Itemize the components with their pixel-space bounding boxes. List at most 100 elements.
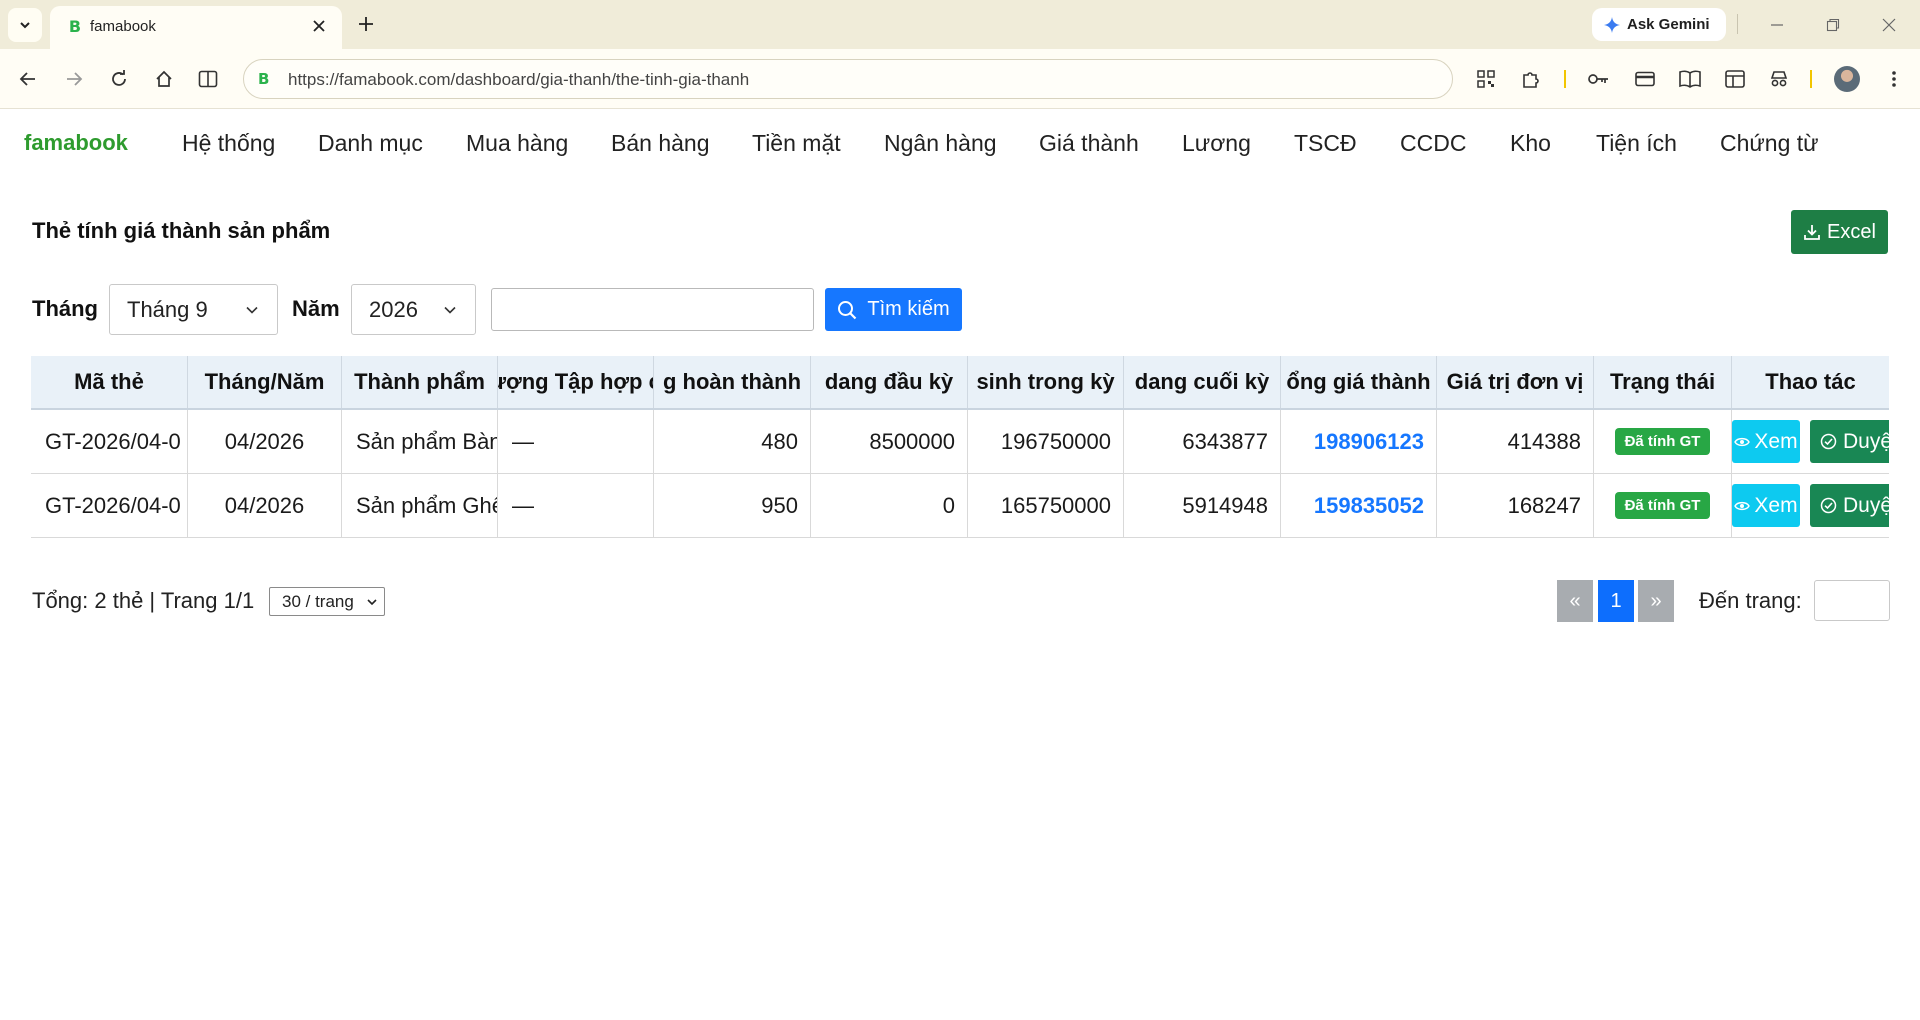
menu-item-ban-hang[interactable]: Bán hàng (611, 130, 709, 157)
cell-sl-hoan-thanh: 480 (654, 410, 811, 473)
new-tab-plus-icon[interactable] (352, 10, 380, 38)
cell-trang-thai: Đã tính GT (1594, 410, 1732, 473)
download-icon (1804, 225, 1820, 240)
cell-trang-thai: Đã tính GT (1594, 474, 1732, 537)
forward-arrow-icon[interactable] (58, 63, 90, 95)
tong-gia-thanh-link[interactable]: 159835052 (1314, 493, 1424, 519)
browser-tab-active[interactable]: B famabook (50, 6, 342, 49)
col-header-thanh-pham: Thành phẩm (342, 356, 498, 408)
chevron-down-icon (367, 599, 377, 606)
menu-item-he-thong[interactable]: Hệ thống (182, 130, 275, 157)
cell-thao-tac: Xem Duyệt (1732, 410, 1889, 473)
col-header-thao-tac: Thao tác (1765, 369, 1856, 394)
table-row[interactable]: GT-2026/04-0 04/2026 Sản phẩm Bàn — 480 … (31, 410, 1889, 474)
qr-code-icon[interactable] (1470, 63, 1502, 95)
brand-logo[interactable]: famabook (24, 130, 128, 156)
table-summary: Tổng: 2 thẻ | Trang 1/1 (32, 588, 255, 613)
cell-thanh-pham: Sản phẩm Bàn (342, 410, 498, 473)
page-title: Thẻ tính giá thành sản phẩm (32, 218, 331, 243)
password-key-icon[interactable] (1583, 63, 1615, 95)
eye-icon (1734, 437, 1751, 446)
col-header-thang-nam: Tháng/Năm (188, 356, 342, 408)
site-favicon-icon: B (258, 70, 270, 88)
ask-gemini-button[interactable]: Ask Gemini (1592, 8, 1726, 41)
window-controls-divider (1737, 14, 1738, 34)
page-size-value: 30 / trang (282, 592, 354, 611)
chevron-down-icon (246, 306, 258, 314)
browser-tabstrip: B famabook Ask Gemini (0, 0, 1920, 49)
check-circle-icon (1820, 433, 1837, 450)
menu-item-danh-muc[interactable]: Danh mục (318, 130, 423, 157)
cell-doi-tuong: — (498, 410, 654, 473)
cell-thao-tac: Xem Duyệt (1732, 474, 1889, 537)
search-input[interactable] (491, 288, 814, 331)
reading-mode-icon[interactable] (1674, 63, 1706, 95)
cell-ps-trong-ky: 165750000 (968, 474, 1124, 537)
extensions-puzzle-icon[interactable] (1515, 63, 1547, 95)
table-row[interactable]: GT-2026/04-0 04/2026 Sản phẩm Ghế — 950 … (31, 474, 1889, 538)
col-header-ma-the: Mã thẻ (31, 356, 188, 408)
menu-item-ccdc[interactable]: CCDC (1400, 130, 1466, 157)
back-arrow-icon[interactable] (12, 63, 44, 95)
cell-dd-dau-ky: 8500000 (811, 410, 968, 473)
cell-gia-tri-don-vi: 168247 (1437, 474, 1594, 537)
incognito-icon[interactable] (1763, 63, 1795, 95)
restore-icon[interactable] (1818, 10, 1848, 40)
view-button[interactable]: Xem (1732, 484, 1800, 527)
month-select-value: Tháng 9 (127, 297, 208, 322)
reload-icon[interactable] (103, 63, 135, 95)
payment-card-icon[interactable] (1629, 63, 1661, 95)
cell-gia-tri-don-vi: 414388 (1437, 410, 1594, 473)
cell-thanh-pham: Sản phẩm Ghế (342, 474, 498, 537)
app-navbar: famabook Hệ thống Danh mục Mua hàng Bán … (0, 110, 1920, 176)
profile-avatar[interactable] (1834, 66, 1860, 92)
month-select[interactable]: Tháng 9 (109, 284, 278, 335)
cell-tong-gia-thanh: 198906123 (1281, 410, 1437, 473)
col-header-ps-trong-ky: sinh trong kỳ (968, 356, 1124, 408)
minimize-icon[interactable] (1762, 10, 1792, 40)
home-icon[interactable] (148, 63, 180, 95)
split-view-icon[interactable] (192, 63, 224, 95)
month-filter-label: Tháng (32, 296, 98, 321)
prev-page-button[interactable]: « (1557, 580, 1593, 622)
year-filter-label: Năm (292, 296, 340, 321)
menu-item-tien-mat[interactable]: Tiền mặt (752, 130, 841, 157)
cell-doi-tuong: — (498, 474, 654, 537)
view-button-label: Xem (1754, 493, 1798, 517)
menu-item-luong[interactable]: Lương (1182, 130, 1251, 157)
goto-page-input[interactable] (1814, 580, 1890, 621)
cell-ma-the: GT-2026/04-0 (31, 474, 188, 537)
table-header-row: Mã thẻ Tháng/Năm Thành phẩm ượng Tập hợp… (31, 356, 1889, 410)
tong-gia-thanh-link[interactable]: 198906123 (1314, 429, 1424, 455)
cell-thang-nam: 04/2026 (188, 474, 342, 537)
search-icon (838, 300, 857, 319)
menu-item-ngan-hang[interactable]: Ngân hàng (884, 130, 997, 157)
year-select[interactable]: 2026 (351, 284, 476, 335)
page-button-current[interactable]: 1 (1598, 580, 1634, 622)
browser-menu-icon[interactable] (1878, 63, 1910, 95)
menu-item-tien-ich[interactable]: Tiện ích (1596, 130, 1677, 157)
approve-button[interactable]: Duyệt (1810, 420, 1889, 463)
cell-dd-dau-ky: 0 (811, 474, 968, 537)
page-size-select[interactable]: 30 / trang (269, 587, 385, 616)
view-button[interactable]: Xem (1732, 420, 1800, 463)
menu-item-tscd[interactable]: TSCĐ (1294, 130, 1357, 157)
tab-search-icon[interactable] (1719, 63, 1751, 95)
status-badge: Đã tính GT (1614, 428, 1711, 455)
approve-button-label: Duyệt (1843, 429, 1889, 453)
search-button[interactable]: Tìm kiếm (825, 288, 962, 331)
approve-button[interactable]: Duyệt (1810, 484, 1889, 527)
tab-close-icon[interactable] (308, 15, 330, 37)
col-header-sl-hoan-thanh: g hoàn thành (654, 356, 811, 408)
menu-item-chung-tu[interactable]: Chứng từ (1720, 130, 1819, 157)
menu-item-kho[interactable]: Kho (1510, 130, 1551, 157)
tab-list-chevron-icon[interactable] (8, 8, 42, 42)
close-window-icon[interactable] (1874, 10, 1904, 40)
col-header-dd-cuoi-ky: dang cuối kỳ (1124, 356, 1281, 408)
export-excel-label: Excel (1827, 220, 1876, 243)
next-page-button[interactable]: » (1638, 580, 1674, 622)
address-bar[interactable]: B https://famabook.com/dashboard/gia-tha… (243, 59, 1453, 99)
menu-item-mua-hang[interactable]: Mua hàng (466, 130, 568, 157)
menu-item-gia-thanh[interactable]: Giá thành (1039, 130, 1139, 157)
export-excel-button[interactable]: Excel (1791, 210, 1888, 254)
